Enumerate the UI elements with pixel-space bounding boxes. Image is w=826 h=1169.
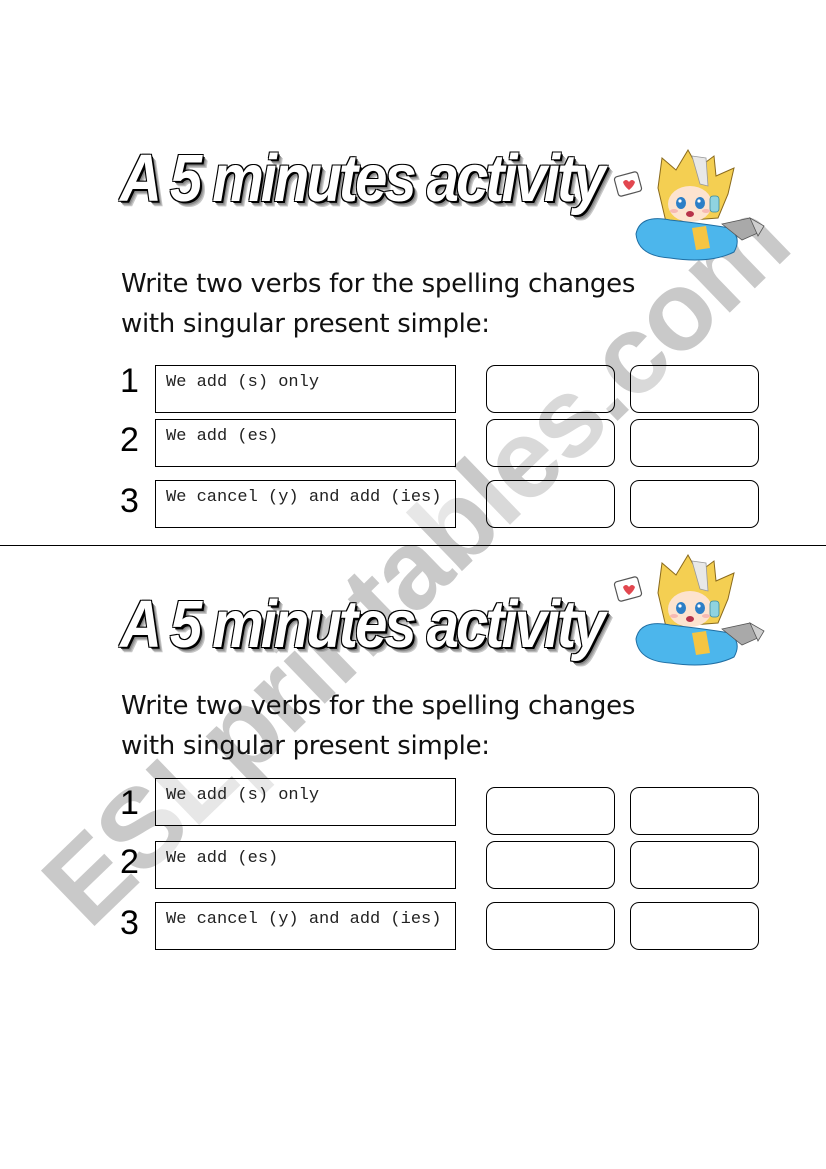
row-number: 3 <box>120 904 139 942</box>
worksheet-title: A 5 minutes activity <box>120 587 606 662</box>
answer-box-1[interactable] <box>486 419 615 467</box>
row-number: 2 <box>120 843 139 881</box>
row-number: 1 <box>120 784 139 822</box>
rule-box: We add (s) only <box>155 778 456 826</box>
rule-text: We cancel (y) and add (ies) <box>166 488 442 507</box>
rule-text: We add (s) only <box>166 786 320 805</box>
instruction-line-1: Write two verbs for the spelling changes <box>121 691 636 721</box>
answer-box-1[interactable] <box>486 480 615 528</box>
chibi-character-icon <box>613 149 765 261</box>
rule-box: We add (s) only <box>155 365 456 413</box>
chibi-character-icon <box>613 554 765 666</box>
row-number: 2 <box>120 421 139 459</box>
rule-box: We cancel (y) and add (ies) <box>155 902 456 950</box>
instruction-line-1: Write two verbs for the spelling changes <box>121 269 636 299</box>
instruction-line-2: with singular present simple: <box>121 731 490 761</box>
rule-text: We add (es) <box>166 849 279 868</box>
answer-box-2[interactable] <box>630 841 759 889</box>
answer-box-1[interactable] <box>486 365 615 413</box>
rule-text: We add (s) only <box>166 373 320 392</box>
heart-bubble-icon <box>613 171 643 197</box>
answer-box-1[interactable] <box>486 902 615 950</box>
answer-box-1[interactable] <box>486 787 615 835</box>
row-number: 3 <box>120 482 139 520</box>
rule-box: We add (es) <box>155 419 456 467</box>
row-number: 1 <box>120 362 139 400</box>
instruction-line-2: with singular present simple: <box>121 309 490 339</box>
answer-box-2[interactable] <box>630 787 759 835</box>
answer-box-1[interactable] <box>486 841 615 889</box>
answer-box-2[interactable] <box>630 419 759 467</box>
rule-box: We cancel (y) and add (ies) <box>155 480 456 528</box>
rule-text: We cancel (y) and add (ies) <box>166 910 442 929</box>
answer-box-2[interactable] <box>630 902 759 950</box>
answer-box-2[interactable] <box>630 365 759 413</box>
cut-line-divider <box>0 545 826 546</box>
rule-box: We add (es) <box>155 841 456 889</box>
heart-bubble-icon <box>613 576 643 602</box>
rule-text: We add (es) <box>166 427 279 446</box>
worksheet-title: A 5 minutes activity <box>120 141 606 216</box>
answer-box-2[interactable] <box>630 480 759 528</box>
